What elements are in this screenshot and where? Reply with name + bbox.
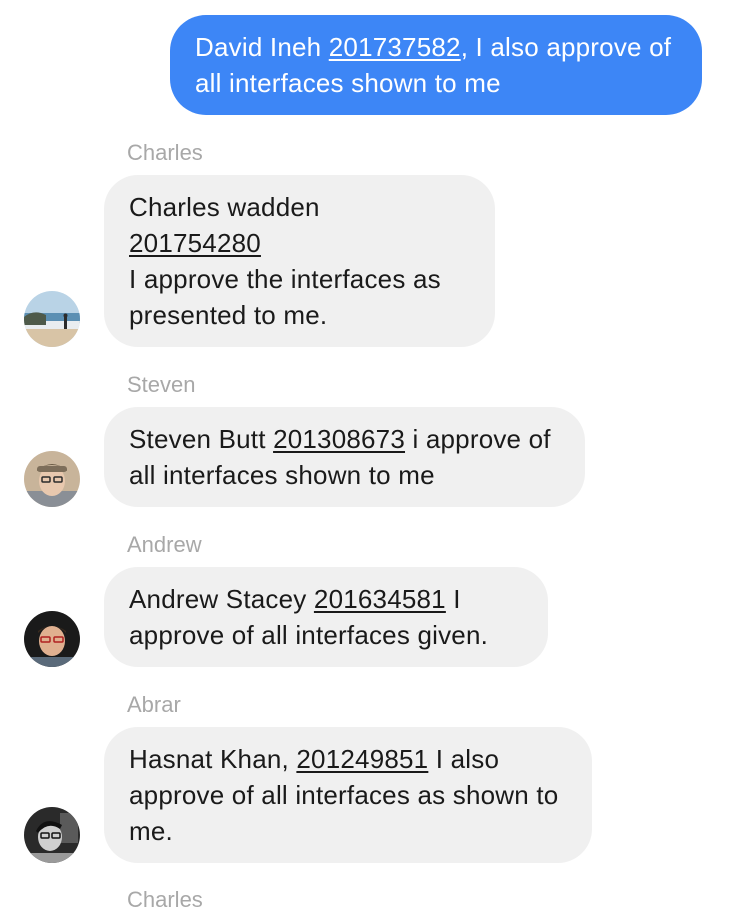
incoming-message-bubble[interactable]: Charles wadden 201754280 I approve the i… (104, 175, 495, 347)
sender-label: Abrar (127, 692, 181, 717)
student-id-link[interactable]: 201308673 (273, 424, 405, 454)
avatar-andrew[interactable] (24, 611, 80, 667)
incoming-message-bubble[interactable]: Steven Butt 201308673 i approve of all i… (104, 407, 585, 507)
student-id-link[interactable]: 201754280 (129, 228, 261, 258)
student-id-link[interactable]: 201634581 (314, 584, 446, 614)
student-id-link[interactable]: 201737582 (329, 32, 461, 62)
sender-label: Andrew (127, 532, 202, 557)
message-author-name: David Ineh (195, 32, 322, 62)
avatar-charles[interactable] (24, 291, 80, 347)
avatar-steven[interactable] (24, 451, 80, 507)
message-author-name: Charles wadden (129, 192, 320, 222)
outgoing-message-bubble[interactable]: David Ineh 201737582, I also approve of … (170, 15, 702, 115)
message-author-name: Steven Butt (129, 424, 266, 454)
avatar-abrar[interactable] (24, 807, 80, 863)
message-text: I approve the interfaces as presented to… (129, 264, 441, 330)
incoming-message-bubble[interactable]: Andrew Stacey 201634581 I approve of all… (104, 567, 548, 667)
message-author-name: Andrew Stacey (129, 584, 307, 614)
sender-label: Charles (127, 140, 203, 165)
sender-label: Charles (127, 887, 203, 912)
student-id-link[interactable]: 201249851 (296, 744, 428, 774)
incoming-message-bubble[interactable]: Hasnat Khan, 201249851 I also approve of… (104, 727, 592, 863)
message-author-name: Hasnat Khan, (129, 744, 289, 774)
sender-label: Steven (127, 372, 196, 397)
